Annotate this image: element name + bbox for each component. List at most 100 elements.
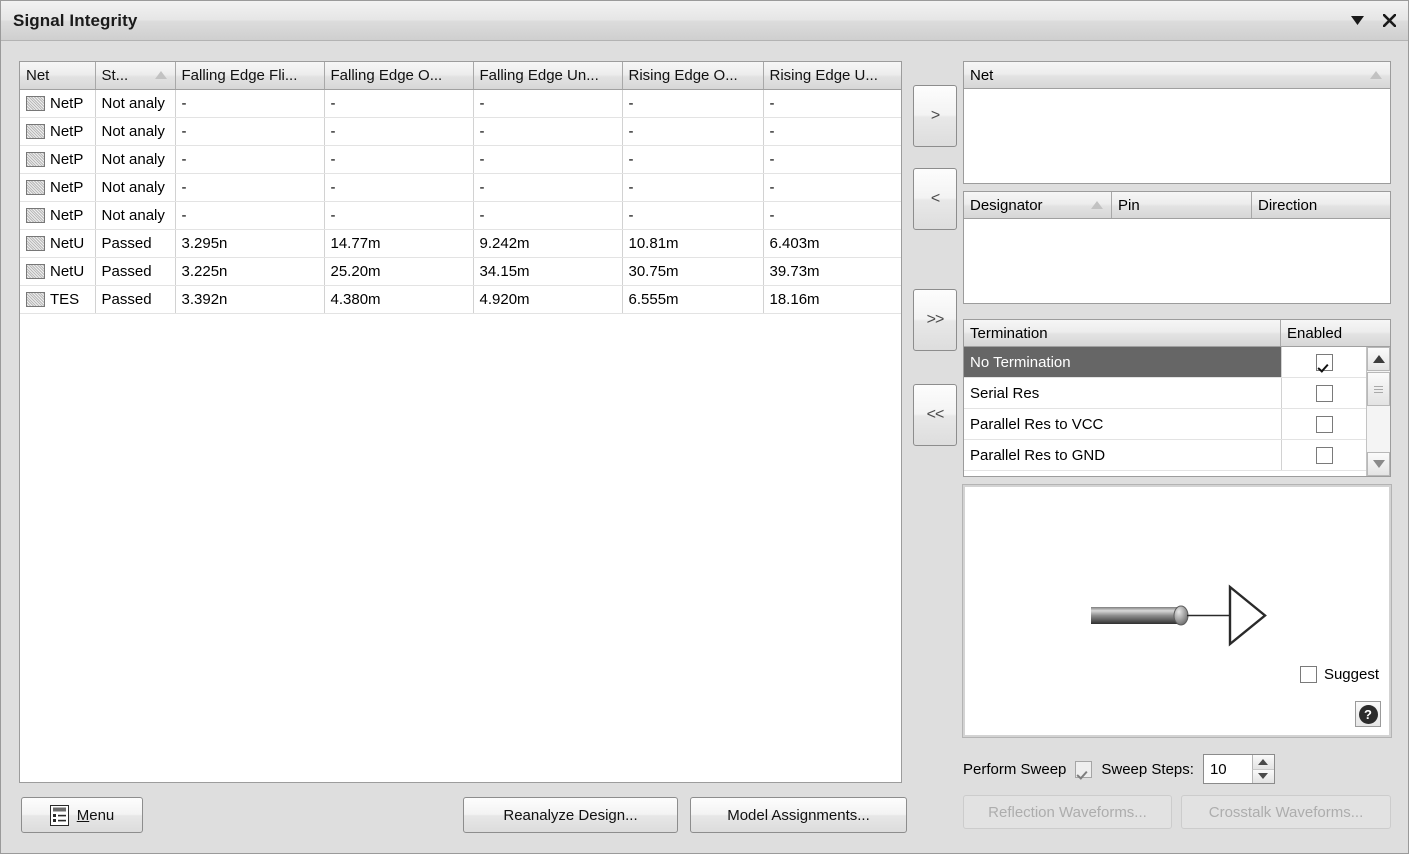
move-right-button[interactable]: > [913, 85, 957, 147]
column-header-direction[interactable]: Direction [1252, 192, 1390, 218]
move-all-left-button[interactable]: << [913, 384, 957, 446]
termination-enabled-cell[interactable] [1281, 378, 1366, 408]
scrollbar-grip-icon [1374, 384, 1383, 395]
net-icon [26, 291, 45, 307]
cell-falling-flight: 3.225n [175, 257, 325, 286]
reanalyze-design-button[interactable]: Reanalyze Design... [463, 797, 678, 833]
scroll-up-button[interactable] [1367, 347, 1390, 371]
transmission-line-to-receiver-diagram [1091, 584, 1267, 647]
table-row[interactable]: NetP Not analy - - - - - [20, 145, 901, 174]
sweep-steps-value[interactable]: 10 [1204, 755, 1252, 783]
spinner-up-icon[interactable] [1251, 755, 1274, 769]
suggest-checkbox[interactable] [1299, 666, 1317, 683]
cell-rising-undershoot: - [763, 173, 901, 202]
net-label: TES [50, 290, 80, 308]
net-label: NetP [50, 150, 84, 168]
table-row[interactable]: NetP Not analy - - - - - [20, 173, 901, 202]
cell-status: Not analy [95, 117, 176, 146]
cell-rising-overshoot: - [622, 173, 764, 202]
table-row[interactable]: NetP Not analy - - - - - [20, 201, 901, 230]
cell-falling-flight: - [175, 173, 325, 202]
termination-scrollbar[interactable] [1366, 347, 1390, 476]
table-row[interactable]: NetU Passed 3.295n 14.77m 9.242m 10.81m 6.403m [20, 229, 901, 258]
scrollbar-thumb[interactable] [1367, 372, 1390, 406]
table-row[interactable]: NetP Not analy - - - - - [20, 117, 901, 146]
termination-enabled-cell[interactable] [1281, 409, 1366, 439]
signal-integrity-results-grid[interactable]: Net St... Falling Edge Fli... Falling Ed… [19, 61, 902, 783]
crosstalk-waveforms-button: Crosstalk Waveforms... [1181, 795, 1391, 829]
cell-falling-undershoot: 9.242m [473, 229, 623, 258]
designator-list-body[interactable] [964, 219, 1390, 303]
cell-falling-overshoot: - [324, 201, 474, 230]
net-list-body[interactable] [964, 89, 1390, 183]
termination-row[interactable]: Parallel Res to GND [964, 440, 1366, 471]
cell-falling-flight: - [175, 201, 325, 230]
suggest-checkbox-row[interactable]: Suggest [1299, 666, 1379, 683]
move-all-right-button[interactable]: >> [913, 289, 957, 351]
termination-list[interactable]: Termination Enabled No Termination Serial… [963, 319, 1391, 477]
net-icon [26, 235, 45, 251]
cell-falling-overshoot: - [324, 117, 474, 146]
chevron-down-icon[interactable] [1346, 9, 1368, 31]
spinner-down-icon[interactable] [1251, 768, 1274, 783]
perform-sweep-label: Perform Sweep [963, 760, 1067, 778]
cell-falling-flight: - [175, 145, 325, 174]
column-header-status[interactable]: St... [95, 62, 176, 90]
cell-falling-flight: - [175, 89, 325, 118]
cell-falling-overshoot: - [324, 145, 474, 174]
termination-enabled-checkbox[interactable] [1315, 415, 1333, 433]
termination-row[interactable]: Serial Res [964, 378, 1366, 409]
termination-name: Parallel Res to GND [970, 446, 1106, 464]
scroll-down-button[interactable] [1367, 452, 1390, 476]
reflection-waveforms-button: Reflection Waveforms... [963, 795, 1172, 829]
cell-falling-overshoot: - [324, 89, 474, 118]
column-header-net[interactable]: Net [20, 62, 96, 90]
table-row[interactable]: NetU Passed 3.225n 25.20m 34.15m 30.75m 39.73m [20, 257, 901, 286]
net-label: NetP [50, 206, 84, 224]
help-button[interactable]: ? [1355, 701, 1381, 727]
column-header-net[interactable]: Net [964, 62, 1390, 88]
termination-row[interactable]: No Termination [964, 347, 1366, 378]
termination-row[interactable]: Parallel Res to VCC [964, 409, 1366, 440]
close-icon[interactable] [1378, 9, 1400, 31]
designator-list[interactable]: Designator Pin Direction [963, 191, 1391, 304]
termination-enabled-checkbox[interactable] [1315, 446, 1333, 464]
cell-status: Not analy [95, 89, 176, 118]
column-header-termination[interactable]: Termination [964, 320, 1281, 346]
cell-falling-overshoot: 25.20m [324, 257, 474, 286]
table-row[interactable]: TES Passed 3.392n 4.380m 4.920m 6.555m 18.16m [20, 285, 901, 314]
cell-rising-overshoot: 30.75m [622, 257, 764, 286]
column-header-designator[interactable]: Designator [964, 192, 1112, 218]
perform-sweep-checkbox[interactable] [1075, 760, 1093, 778]
move-left-button[interactable]: < [913, 168, 957, 230]
column-header-falling-edge-overshoot[interactable]: Falling Edge O... [324, 62, 474, 90]
termination-enabled-cell[interactable] [1281, 440, 1366, 470]
termination-list-body: No Termination Serial Res Parallel Res to … [964, 347, 1366, 476]
termination-enabled-cell[interactable] [1281, 347, 1366, 377]
cell-rising-undershoot: 18.16m [763, 285, 901, 314]
sort-ascending-icon [1091, 201, 1103, 209]
cell-net: NetP [20, 117, 96, 146]
net-icon [26, 207, 45, 223]
model-assignments-button[interactable]: Model Assignments... [690, 797, 907, 833]
termination-enabled-checkbox[interactable] [1315, 384, 1333, 402]
cell-net: NetU [20, 229, 96, 258]
column-header-falling-edge-flight-time[interactable]: Falling Edge Fli... [175, 62, 325, 90]
table-row[interactable]: NetP Not analy - - - - - [20, 89, 901, 118]
net-list[interactable]: Net [963, 61, 1391, 184]
cell-falling-undershoot: 4.920m [473, 285, 623, 314]
sweep-steps-stepper[interactable]: 10 [1202, 754, 1275, 784]
cell-status: Not analy [95, 145, 176, 174]
cell-falling-undershoot: - [473, 145, 623, 174]
net-icon [26, 123, 45, 139]
termination-enabled-checkbox[interactable] [1315, 353, 1333, 371]
cell-status: Not analy [95, 173, 176, 202]
menu-button[interactable]: Menu [21, 797, 143, 833]
column-header-pin[interactable]: Pin [1112, 192, 1252, 218]
column-header-falling-edge-undershoot[interactable]: Falling Edge Un... [473, 62, 623, 90]
column-header-rising-edge-overshoot[interactable]: Rising Edge O... [622, 62, 764, 90]
sweep-steps-spin-buttons [1251, 755, 1274, 783]
column-header-rising-edge-undershoot[interactable]: Rising Edge U... [763, 62, 901, 90]
column-header-enabled[interactable]: Enabled [1281, 320, 1366, 346]
results-table: Net St... Falling Edge Fli... Falling Ed… [20, 62, 901, 314]
